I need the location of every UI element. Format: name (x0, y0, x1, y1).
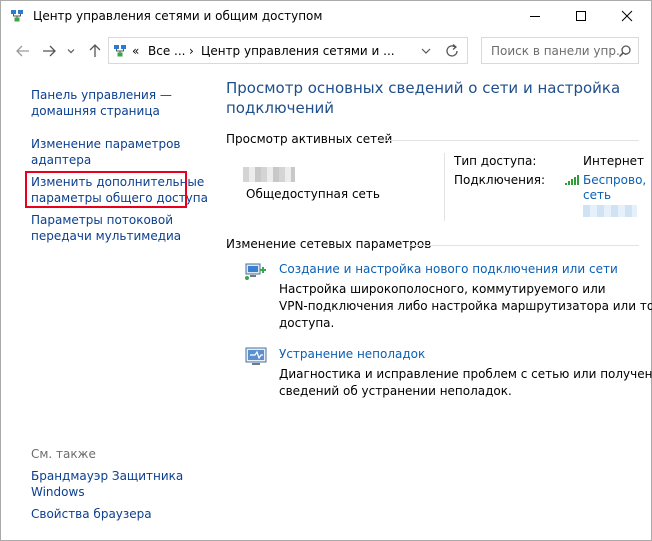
sidebar-link-home[interactable]: Панель управления — домашняя страница (31, 87, 172, 119)
troubleshoot-icon (245, 347, 267, 365)
breadcrumb-network-center[interactable]: Центр управления сетями и ... (201, 44, 395, 58)
see-also-label: См. также (31, 447, 96, 461)
troubleshoot-link[interactable]: Устранение неполадок (279, 347, 425, 361)
close-button[interactable] (604, 1, 650, 31)
arrow-left-icon (16, 45, 29, 57)
maximize-button[interactable] (558, 1, 604, 31)
divider (444, 153, 445, 221)
access-type-value: Интернет (583, 154, 645, 168)
search-placeholder: Поиск в панели упр... (491, 44, 628, 58)
address-bar[interactable]: « Все ... › Центр управления сетями и ..… (108, 37, 468, 64)
address-dropdown-icon[interactable] (419, 44, 433, 58)
arrow-right-icon (43, 45, 56, 57)
window: Центр управления сетями и общим доступом… (0, 0, 652, 541)
network-center-icon (11, 10, 23, 22)
sidebar-link-browser[interactable]: Свойства браузера (31, 506, 152, 522)
maximize-icon (576, 11, 586, 21)
sidebar-link-firewall[interactable]: Брандмауэр Защитника Windows (31, 468, 183, 500)
divider (378, 140, 639, 141)
troubleshoot-description: Диагностика и исправление проблем с сеть… (279, 367, 652, 398)
breadcrumb-all[interactable]: Все ... (148, 44, 185, 58)
wireless-connection-link[interactable]: Беспрово, сеть (583, 173, 646, 203)
window-title: Центр управления сетями и общим доступом (33, 9, 323, 23)
minimize-icon (530, 16, 540, 17)
back-button[interactable] (13, 41, 33, 61)
chevron-down-icon (67, 49, 75, 54)
breadcrumb-separator[interactable]: › (189, 44, 194, 58)
network-name-redacted (243, 167, 295, 182)
history-dropdown[interactable] (65, 41, 77, 61)
highlight-box (25, 171, 187, 208)
wifi-signal-icon (565, 175, 579, 185)
divider (409, 245, 639, 246)
minimize-button[interactable] (512, 1, 558, 31)
sidebar-link-adapter[interactable]: Изменение параметров адаптера (31, 136, 181, 168)
up-button[interactable] (85, 41, 105, 61)
new-connection-description: Настройка широкополосного, коммутируемог… (279, 282, 652, 330)
search-input[interactable]: Поиск в панели упр... (481, 37, 639, 64)
search-icon[interactable] (618, 44, 632, 58)
access-type-label: Тип доступа: (454, 154, 537, 168)
page-title: Просмотр основных сведений о сети и наст… (226, 79, 621, 117)
refresh-icon[interactable] (442, 41, 462, 61)
change-settings-label: Изменение сетевых параметров (226, 237, 432, 251)
new-connection-icon (245, 263, 266, 280)
connections-label: Подключения: (454, 173, 546, 187)
network-type: Общедоступная сеть (246, 187, 380, 201)
arrow-up-icon (89, 44, 101, 57)
forward-button[interactable] (39, 41, 59, 61)
address-overflow[interactable]: « (132, 44, 139, 58)
active-networks-label: Просмотр активных сетей (226, 132, 393, 146)
connection-name-redacted (583, 205, 637, 217)
network-center-icon (114, 45, 126, 57)
close-icon (621, 10, 633, 22)
sidebar-link-streaming[interactable]: Параметры потоковой передачи мультимедиа (31, 212, 181, 244)
new-connection-link[interactable]: Создание и настройка нового подключения … (279, 262, 618, 276)
title-bar[interactable]: Центр управления сетями и общим доступом (1, 1, 651, 31)
